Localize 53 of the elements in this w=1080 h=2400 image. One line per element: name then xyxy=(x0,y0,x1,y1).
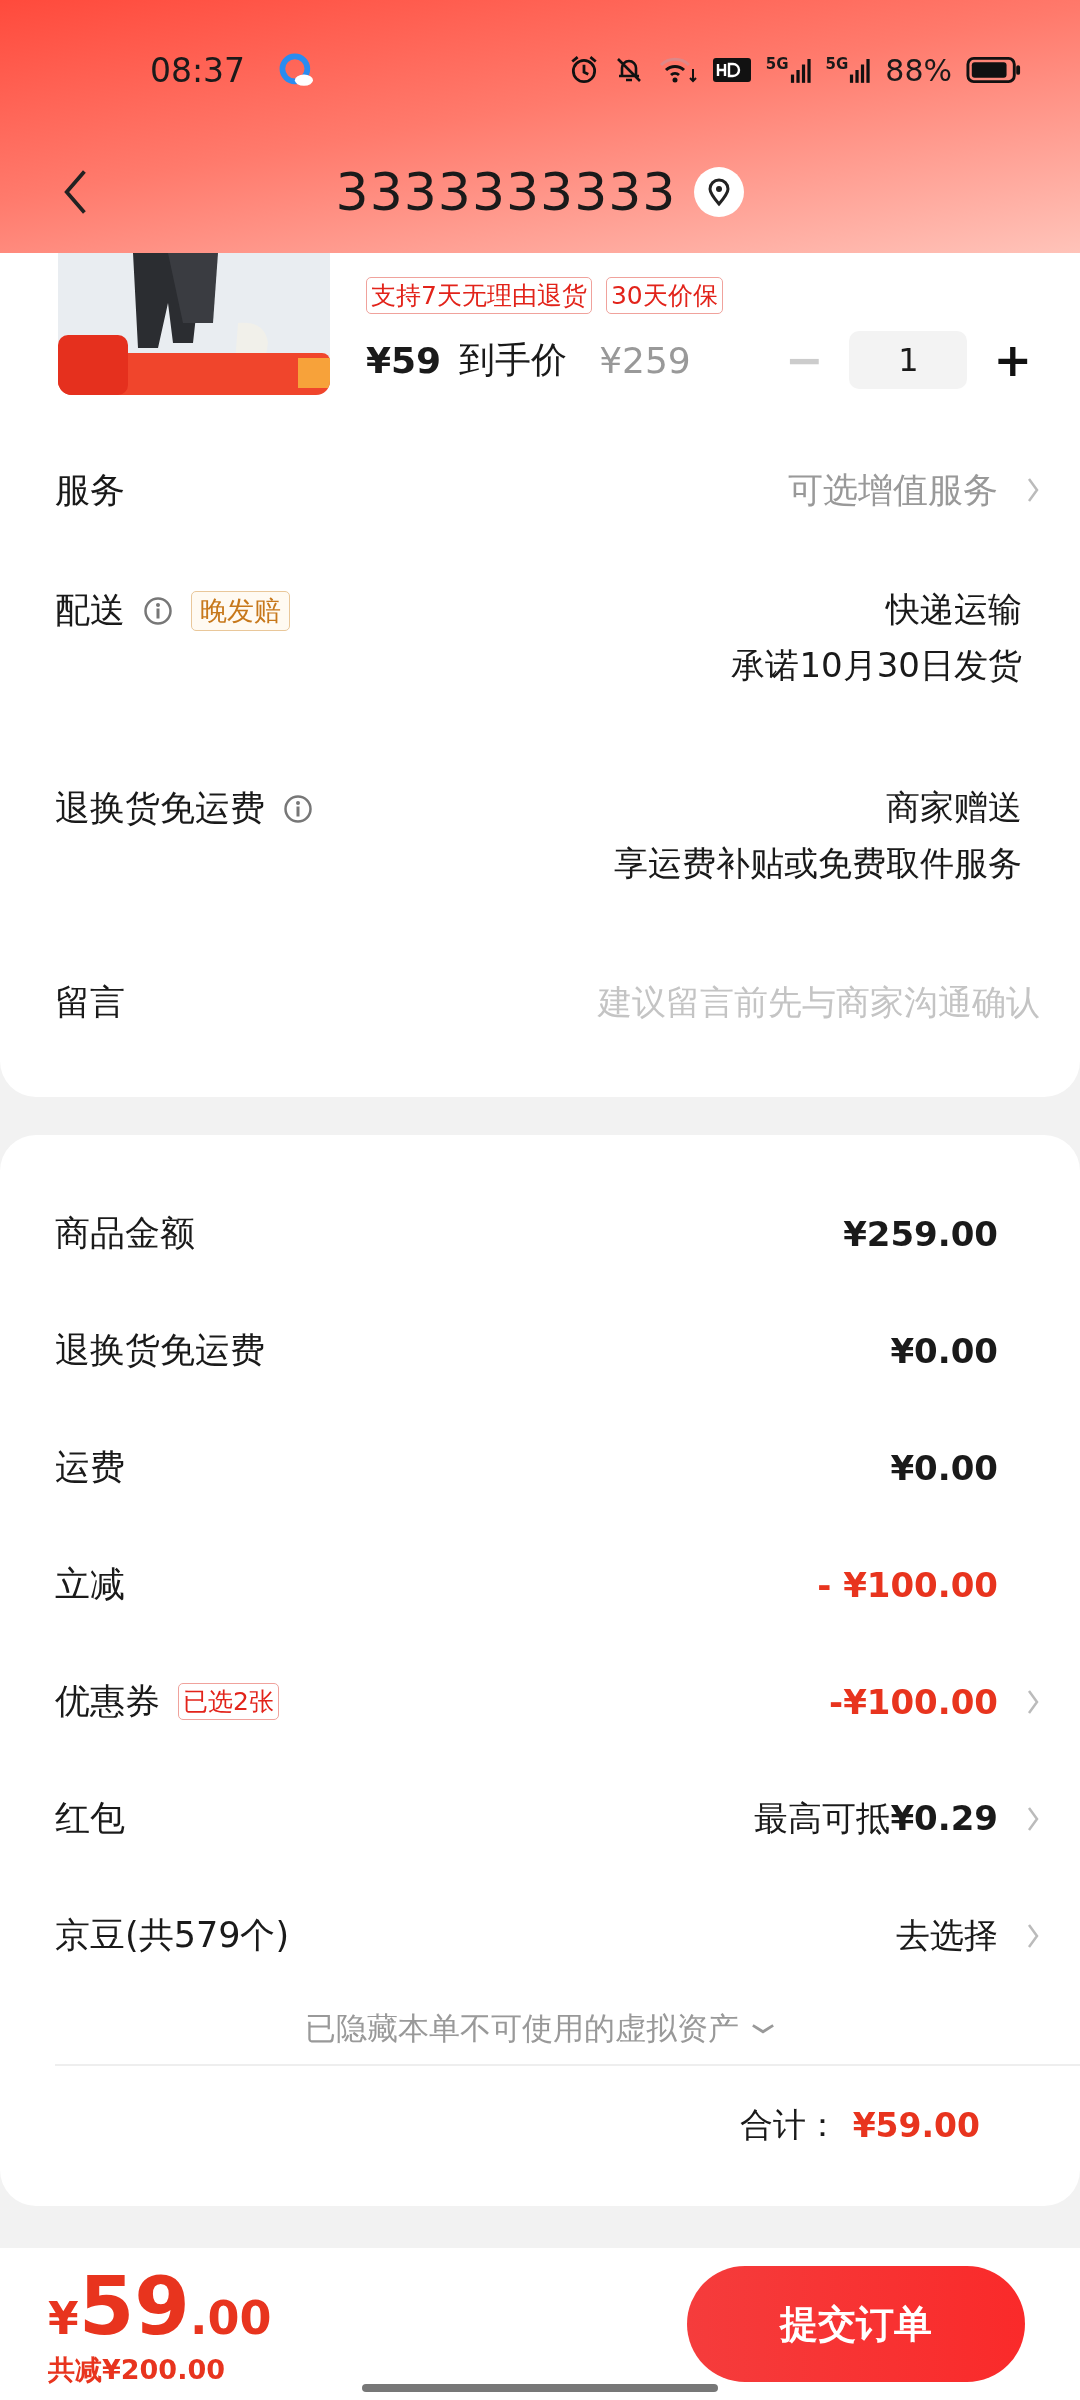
currency-symbol: ¥ xyxy=(48,2293,79,2344)
row-value: 商家赠送 xyxy=(886,786,1022,829)
info-icon[interactable] xyxy=(283,793,313,824)
row-label: 商品金额 xyxy=(55,1212,195,1255)
row-label: 服务 xyxy=(55,468,125,512)
row-value: - ¥100.00 xyxy=(817,1564,998,1605)
pay-amount: 59 xyxy=(78,2262,190,2352)
price-label: 到手价 xyxy=(459,337,568,382)
wifi-icon xyxy=(657,55,698,85)
increase-button[interactable]: + xyxy=(985,333,1040,387)
total-savings: 共减¥200.00 xyxy=(48,2353,226,2387)
row-value: 享运费补贴或免费取件服务 xyxy=(614,842,1022,885)
quantity-field[interactable]: 1 xyxy=(849,331,968,389)
chevron-right-icon xyxy=(1026,476,1040,504)
submit-order-button[interactable]: 提交订单 xyxy=(687,2266,1025,2382)
total-amount: ¥59.00 xyxy=(852,2105,980,2145)
network-type-label: 5G xyxy=(825,55,849,73)
row-value: 快递运输 xyxy=(886,588,1022,631)
row-label: 退换货免运费 xyxy=(55,1329,265,1372)
address-title[interactable]: 3333333333 xyxy=(335,161,677,222)
location-pin-icon[interactable] xyxy=(694,166,745,217)
row-label: 配送 xyxy=(55,589,125,632)
hd-icon xyxy=(711,55,752,85)
network-type-label: 5G xyxy=(765,55,789,73)
late-delivery-badge: 晚发赔 xyxy=(191,590,290,631)
row-label: 运费 xyxy=(55,1446,125,1489)
row-label: 红包 xyxy=(55,1797,125,1840)
total-label: 合计： xyxy=(739,2103,839,2146)
row-label: 留言 xyxy=(55,980,125,1024)
service-tag: 支持7天无理由退货 xyxy=(366,277,592,314)
row-label: 优惠券 xyxy=(55,1680,160,1723)
info-icon[interactable] xyxy=(143,595,173,626)
row-value[interactable]: -¥100.00 xyxy=(829,1681,998,1722)
row-value: ¥0.00 xyxy=(890,1330,998,1371)
battery-percent: 88% xyxy=(885,52,952,88)
cloud-app-icon xyxy=(279,53,314,87)
row-label: 京豆(共579个) xyxy=(55,1914,290,1957)
row-label: 立减 xyxy=(55,1563,125,1606)
status-time: 08:37 xyxy=(150,50,246,90)
row-value: ¥0.00 xyxy=(890,1447,998,1488)
row-label: 退换货免运费 xyxy=(55,787,265,830)
original-price: ¥259 xyxy=(599,339,691,381)
service-tag: 30天价保 xyxy=(605,277,723,314)
pay-amount-decimals: .00 xyxy=(189,2291,272,2345)
row-value[interactable]: 最高可抵¥0.29 xyxy=(754,1795,998,1842)
row-value[interactable]: 去选择 xyxy=(896,1912,998,1959)
message-field[interactable]: 建议留言前先与商家沟通确认 xyxy=(480,982,1040,1022)
chevron-down-icon[interactable] xyxy=(751,2022,775,2036)
coupon-count-badge: 已选2张 xyxy=(178,1683,279,1720)
final-price: ¥59 xyxy=(366,339,442,381)
row-value: ¥259.00 xyxy=(843,1213,998,1254)
battery-icon xyxy=(966,56,1022,84)
row-value: 承诺10月30日发货 xyxy=(731,644,1022,687)
